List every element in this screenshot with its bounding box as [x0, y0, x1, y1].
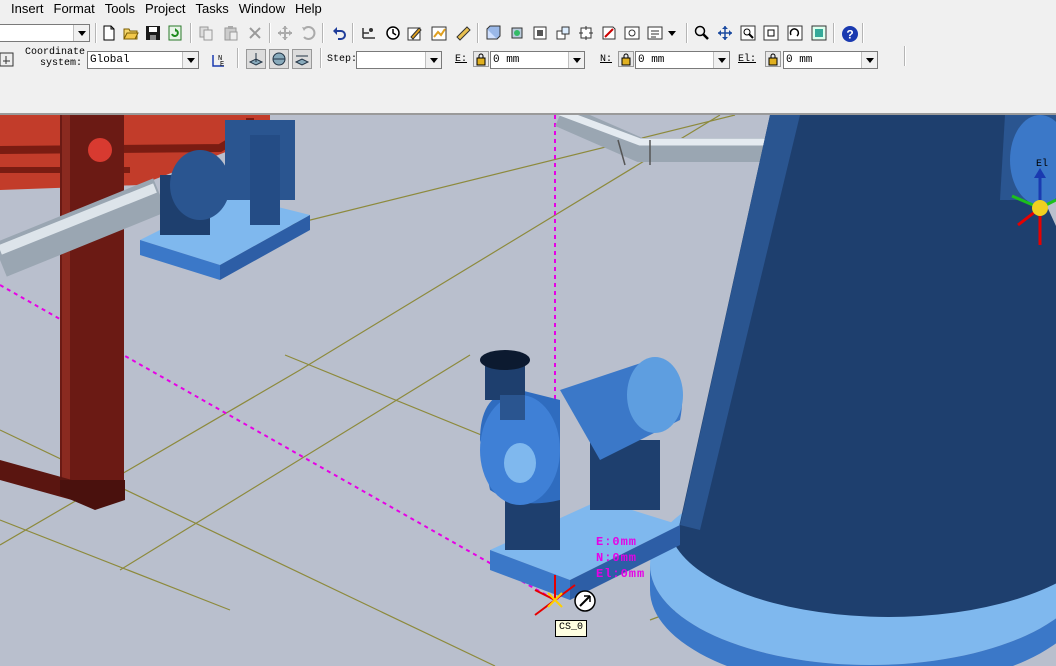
graphic-view[interactable]: E:0mm N:0mm El:0mm El: [0, 115, 1056, 666]
move-icon[interactable]: [276, 24, 294, 42]
chevron-down-icon[interactable]: [861, 52, 877, 68]
chevron-down-icon[interactable]: [568, 52, 584, 68]
menu-window[interactable]: Window: [234, 0, 290, 18]
plane-yz-icon[interactable]: [292, 49, 312, 69]
zoom-icon[interactable]: [693, 24, 711, 42]
rotate-view-icon[interactable]: [786, 24, 804, 42]
scene: [0, 115, 1056, 666]
chevron-down-icon[interactable]: [182, 52, 198, 68]
axis-setup-icon[interactable]: NE: [209, 50, 231, 70]
coordinate-system-value: Global: [90, 54, 130, 66]
view6-icon[interactable]: [600, 24, 618, 42]
view2-icon[interactable]: [508, 24, 526, 42]
plane-xy-icon[interactable]: [246, 49, 266, 69]
menu-tasks[interactable]: Tasks: [191, 0, 234, 18]
delete-icon[interactable]: [246, 24, 264, 42]
menu-project[interactable]: Project: [140, 0, 190, 18]
fit-icon[interactable]: [762, 24, 780, 42]
e-value: 0 mm: [493, 54, 520, 66]
plane-xz-icon[interactable]: [269, 49, 289, 69]
el-lock-icon[interactable]: [765, 51, 781, 67]
save-icon[interactable]: [144, 24, 162, 42]
view5-icon[interactable]: [577, 24, 595, 42]
dropdown-icon[interactable]: [665, 24, 679, 42]
step-label: Step:: [327, 54, 358, 65]
toolbar-area: [0, 72, 1056, 113]
clock-icon[interactable]: [384, 24, 402, 42]
e-label: E:: [455, 54, 468, 65]
paste-icon[interactable]: [222, 24, 240, 42]
axis-el-label: El: [1036, 159, 1049, 170]
n-label: N:: [600, 54, 613, 65]
chevron-down-icon[interactable]: [73, 25, 89, 41]
zoom-area-icon[interactable]: [739, 24, 757, 42]
edit-icon[interactable]: [406, 24, 424, 42]
e-lock-icon[interactable]: [473, 51, 489, 67]
open-folder-icon[interactable]: [122, 24, 140, 42]
view4-icon[interactable]: [554, 24, 572, 42]
view3-icon[interactable]: [531, 24, 549, 42]
help-icon[interactable]: ?: [840, 24, 858, 42]
pan-icon[interactable]: [716, 24, 734, 42]
workspace-combo[interactable]: [0, 24, 90, 42]
undo-icon[interactable]: [330, 24, 348, 42]
chart-icon[interactable]: [430, 24, 448, 42]
ruler-icon[interactable]: [454, 24, 472, 42]
readout-n: N:0mm: [596, 551, 638, 565]
new-file-icon[interactable]: [100, 24, 118, 42]
el-label: El:: [738, 54, 757, 65]
chevron-down-icon[interactable]: [713, 52, 729, 68]
measure-icon[interactable]: [360, 24, 378, 42]
svg-text:E: E: [220, 61, 224, 69]
n-field[interactable]: 0 mm: [635, 51, 730, 69]
n-lock-icon[interactable]: [618, 51, 634, 67]
el-field[interactable]: 0 mm: [783, 51, 878, 69]
view7-icon[interactable]: [623, 24, 641, 42]
menu-bar: Insert Format Tools Project Tasks Window…: [0, 0, 1056, 18]
svg-text:?: ?: [846, 28, 853, 42]
main-toolbar: ?: [0, 20, 1056, 46]
coordinate-system-label-2: system:: [40, 58, 83, 69]
copy-icon[interactable]: [197, 24, 215, 42]
el-value: 0 mm: [786, 54, 813, 66]
menu-format[interactable]: Format: [49, 0, 100, 18]
rotate-icon[interactable]: [299, 24, 317, 42]
coordinate-system-tooltip: CS_0: [555, 620, 588, 637]
readout-e: E:0mm: [596, 535, 638, 549]
snapshot-icon[interactable]: [810, 24, 828, 42]
coordinate-system-label: Coordinate: [25, 47, 86, 58]
coordinate-system-combo[interactable]: Global: [87, 51, 199, 69]
e-field[interactable]: 0 mm: [490, 51, 585, 69]
chevron-down-icon[interactable]: [425, 52, 441, 68]
menu-insert[interactable]: Insert: [0, 0, 49, 18]
pinpoint-icon[interactable]: [0, 50, 16, 68]
menu-help[interactable]: Help: [290, 0, 327, 18]
vessel: [650, 115, 1056, 666]
refresh-icon[interactable]: [166, 24, 184, 42]
n-value: 0 mm: [638, 54, 665, 66]
view8-icon[interactable]: [646, 24, 664, 42]
readout-el: El:0mm: [596, 567, 646, 581]
menu-tools[interactable]: Tools: [100, 0, 140, 18]
view-icon[interactable]: [484, 24, 502, 42]
step-combo[interactable]: [356, 51, 442, 69]
